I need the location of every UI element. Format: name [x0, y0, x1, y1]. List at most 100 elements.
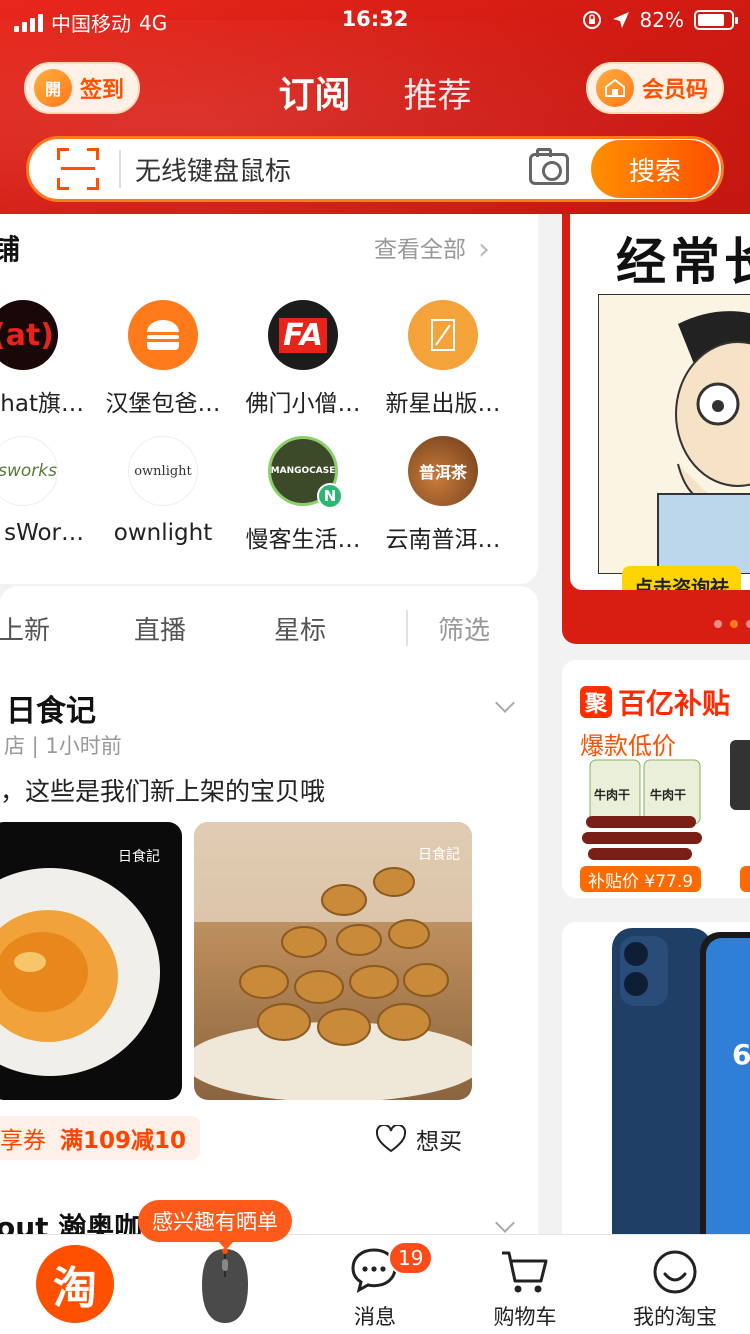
tab-my-taobao[interactable]: 我的淘宝	[600, 1235, 750, 1334]
banner-headline: 经常长	[616, 233, 750, 291]
member-code-label: 会员码	[642, 78, 709, 103]
tab-label: 购物车	[493, 1305, 557, 1329]
heart-icon	[376, 1125, 406, 1153]
header: 中国移动 4G 16:32 82% 開 签到 订阅 推荐 会员码 无线键盘鼠标 …	[0, 0, 750, 214]
shop-logo: 普洱茶	[408, 436, 478, 506]
tab-label: 消息	[354, 1305, 396, 1329]
product-image-egg[interactable]: 日食記	[0, 822, 182, 1100]
wish-label: 想买	[416, 1129, 462, 1155]
cartoon-boy-illustration	[598, 294, 750, 574]
rotation-lock-icon	[582, 11, 601, 29]
member-code-button[interactable]: 会员码	[586, 62, 725, 114]
tab-live[interactable]: 直播	[134, 610, 186, 647]
scan-icon[interactable]	[57, 148, 99, 190]
subsidy-price: 补贴价 ¥77.9	[580, 866, 702, 892]
shop-item[interactable]: MANGOCASE N 慢客生活…	[238, 436, 368, 554]
coupon-value: 满109减10	[60, 1128, 187, 1154]
followed-shops-card: 铺 查看全部 (at) hat旗… 汉堡包爸… FA 佛门小僧… 新星出版…	[0, 214, 538, 584]
tab-recommend[interactable]: 推荐	[404, 68, 472, 117]
feed-card: 上新 直播 星标 筛选 日食记 店 | 1小时前 ，这些是我们新上架的宝贝哦 日…	[0, 586, 538, 1234]
recommend-column: 经常长 点击咨询祛 聚 百亿补贴 爆款低价 牛肉干	[548, 214, 750, 1234]
product-image-rolls[interactable]: 日食記	[194, 822, 472, 1100]
tab-new-arrivals[interactable]: 上新	[0, 610, 50, 647]
mouse-product-icon	[202, 1248, 248, 1323]
product-pack-label: 牛肉干	[594, 788, 631, 802]
shop-name: sWor…	[4, 520, 84, 546]
shop-item[interactable]: 新星出版…	[378, 300, 508, 418]
book-logo-icon	[408, 300, 478, 370]
message-badge: 19	[388, 1241, 434, 1275]
search-divider	[119, 150, 121, 188]
product-pack-label: 牛肉干	[650, 788, 687, 802]
status-bar: 中国移动 4G 16:32 82%	[0, 0, 750, 40]
see-all-link[interactable]: 查看全部	[374, 230, 490, 267]
image-watermark: 日食記	[418, 847, 460, 863]
burger-logo-icon	[128, 300, 198, 370]
tab-messages[interactable]: 19 消息	[300, 1235, 450, 1334]
new-badge-icon: N	[317, 483, 343, 509]
shop-name: 汉堡包爸…	[105, 391, 221, 417]
shop-item[interactable]: 普洱茶 云南普洱…	[378, 436, 508, 554]
shop-logo: nisworks	[0, 436, 58, 506]
shop-logo: FA	[268, 300, 338, 370]
post-shop-name[interactable]: out 瀚奥咖	[0, 1206, 142, 1234]
search-button[interactable]: 搜索	[591, 140, 719, 198]
camera-icon[interactable]	[529, 148, 569, 185]
beef-jerky-product-image	[582, 759, 702, 860]
profile-smile-icon	[653, 1250, 697, 1294]
share-tip-bubble[interactable]: 感兴趣有晒单	[138, 1200, 292, 1250]
shop-name: 云南普洱…	[385, 527, 501, 553]
location-arrow-icon	[612, 12, 629, 28]
tab-starred[interactable]: 星标	[274, 610, 326, 647]
subsidy-title: 百亿补贴	[618, 687, 731, 720]
shop-logo: MANGOCASE N	[268, 436, 343, 509]
subscribe-feed: 铺 查看全部 (at) hat旗… 汉堡包爸… FA 佛门小僧… 新星出版…	[0, 214, 538, 1234]
tab-subscribe[interactable]: 订阅	[278, 66, 350, 118]
shop-name: 慢客生活…	[245, 527, 361, 553]
ju-tag: 聚	[580, 686, 612, 718]
followed-shops-title: 铺	[0, 233, 21, 266]
member-shop-icon	[596, 69, 634, 107]
chevron-down-icon[interactable]	[495, 1213, 515, 1233]
image-watermark: 日食記	[118, 849, 160, 865]
tab-home[interactable]: 淘	[0, 1235, 150, 1334]
battery-percent: 82%	[639, 8, 684, 32]
taobao-home-icon: 淘	[36, 1245, 114, 1323]
banner-ad[interactable]: 经常长 点击咨询祛	[562, 214, 750, 644]
shop-item[interactable]: FA 佛门小僧…	[238, 300, 368, 418]
tab-label: 我的淘宝	[633, 1305, 717, 1329]
shop-item[interactable]: ownlight ownlight	[98, 436, 228, 546]
phone-product-card[interactable]: 6.5	[562, 922, 750, 1234]
battery-icon	[694, 10, 738, 30]
coupon-prefix: 享券	[0, 1128, 46, 1154]
shop-item[interactable]: 汉堡包爸…	[98, 300, 228, 418]
search-input[interactable]: 无线键盘鼠标	[135, 151, 529, 188]
subsidy-card[interactable]: 聚 百亿补贴 爆款低价 牛肉干 牛肉干 补贴价 ¥77.9	[562, 660, 750, 898]
tab-cart[interactable]: 购物车	[450, 1235, 600, 1334]
shop-item[interactable]: (at) hat旗…	[0, 300, 88, 418]
post-shop-name[interactable]: 日食记	[6, 686, 96, 730]
cart-icon	[502, 1251, 548, 1293]
banner-cta[interactable]: 点击咨询祛	[622, 566, 742, 590]
feed-filter-tabs: 上新 直播 星标 筛选	[0, 610, 538, 650]
search-bar[interactable]: 无线键盘鼠标 搜索	[26, 136, 724, 202]
wish-button[interactable]: 想买	[376, 1122, 462, 1156]
post-meta: 店 | 1小时前	[4, 734, 122, 758]
phone-screen-text: 6.5	[732, 1038, 750, 1071]
filter-button[interactable]: 筛选	[438, 610, 490, 647]
shop-name: 新星出版…	[385, 391, 501, 417]
bottom-tab-bar: 淘 19 消息 购物车 我的淘宝	[0, 1234, 750, 1334]
carousel-dots	[714, 620, 750, 628]
iphone-product-image	[612, 928, 750, 1234]
shop-name: 佛门小僧…	[245, 391, 361, 417]
shop-item[interactable]: nisworks sWor…	[0, 436, 88, 546]
coupon-tag[interactable]: 享券 满109减10	[0, 1116, 201, 1160]
tab-separator	[406, 610, 408, 646]
post-text: ，这些是我们新上架的宝贝哦	[0, 777, 326, 806]
shop-logo: (at)	[0, 300, 58, 370]
chevron-down-icon[interactable]	[495, 693, 515, 713]
second-product-thumb	[730, 740, 750, 810]
shop-name: hat旗…	[0, 391, 84, 417]
shop-name: ownlight	[113, 520, 213, 546]
shop-logo: ownlight	[128, 436, 198, 506]
